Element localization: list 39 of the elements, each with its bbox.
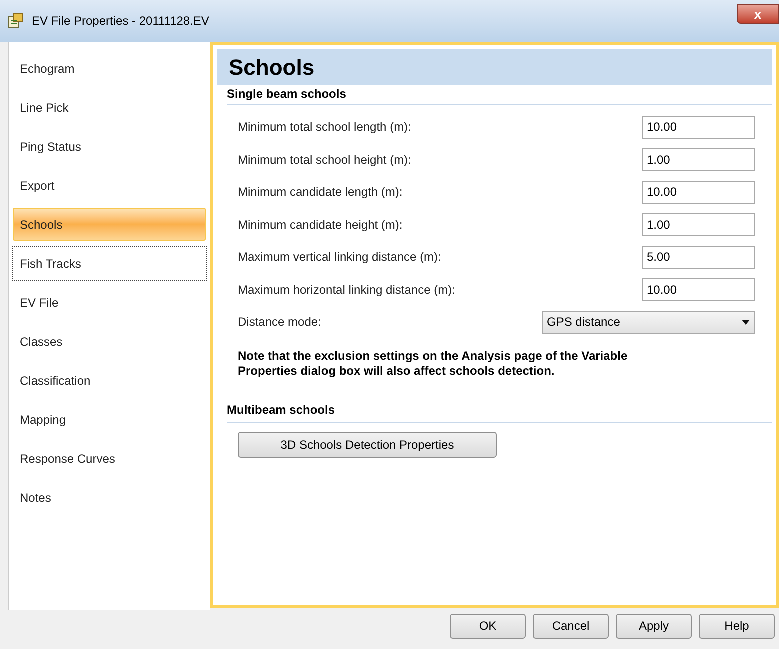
window-title: EV File Properties - 20111128.EV [32, 13, 210, 30]
dialog-button[interactable]: OK [450, 614, 526, 638]
dialog-button[interactable]: Apply [616, 614, 692, 638]
sidebar-item[interactable]: Export [13, 169, 206, 202]
input-field[interactable]: 10.00 [642, 116, 755, 139]
detection-properties-button[interactable]: 3D Schools Detection Properties [238, 432, 497, 458]
field-label: Minimum total school height (m): [238, 152, 412, 169]
input-field[interactable]: 5.00 [642, 246, 755, 269]
sidebar-item[interactable]: Classes [13, 325, 206, 358]
sidebar-item[interactable]: Echogram [13, 52, 206, 85]
sidebar-item[interactable]: Response Curves [13, 442, 206, 475]
field-label: Minimum candidate height (m): [238, 216, 404, 234]
close-button[interactable]: x [737, 4, 779, 24]
sidebar-item[interactable]: Fish Tracks [13, 247, 206, 280]
note-text: Note that the exclusion settings on the Analysis page of the Variable Properties dialog box will also affect schools detection. [238, 348, 629, 378]
field-label: Minimum total school length (m): [238, 119, 412, 136]
dialog-button[interactable]: Cancel [533, 614, 609, 638]
input-field[interactable]: 1.00 [642, 213, 755, 236]
input-field[interactable]: 10.00 [642, 278, 755, 302]
section-heading: Single beam schools [227, 85, 772, 105]
caret-icon [742, 320, 750, 325]
input-field[interactable]: 10.00 [642, 180, 755, 204]
field-label: Minimum candidate length (m): [238, 184, 404, 202]
section-heading: Multibeam schools [227, 400, 772, 422]
page-title: Schools [229, 54, 315, 82]
dialog-button[interactable]: Help [699, 614, 775, 638]
field-label: Maximum horizontal linking distance (m): [238, 282, 456, 299]
sidebar-item[interactable]: Schools [13, 208, 206, 241]
sidebar-item[interactable]: Mapping [13, 403, 206, 436]
field-label: Distance mode: [238, 314, 322, 332]
sidebar-item[interactable]: Line Pick [13, 91, 206, 124]
field-label: Maximum vertical linking distance (m): [238, 249, 442, 266]
dropdown[interactable]: GPS distance [542, 310, 755, 334]
sidebar-item[interactable]: Ping Status [13, 130, 206, 163]
properties-icon [8, 13, 24, 29]
sidebar-item[interactable]: EV File [13, 286, 206, 319]
input-field[interactable]: 1.00 [642, 148, 755, 172]
sidebar-item[interactable]: Notes [13, 481, 206, 514]
sidebar-item[interactable]: Classification [13, 364, 206, 397]
